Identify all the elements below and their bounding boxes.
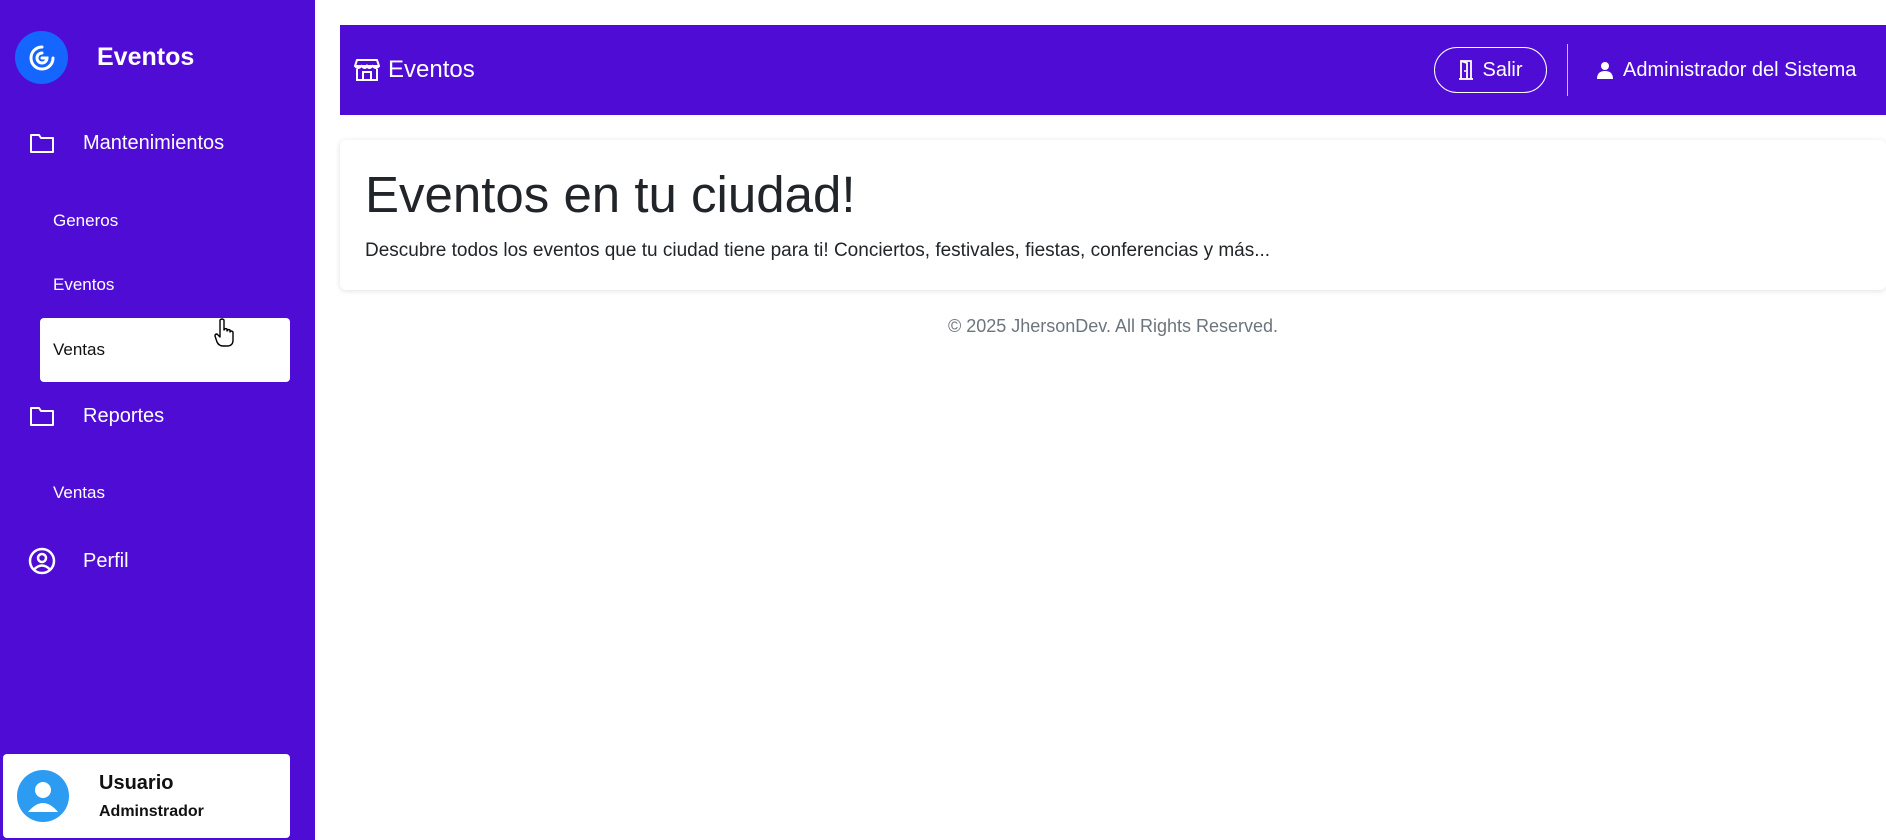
sidebar-section-label: Reportes <box>83 404 165 427</box>
store-icon <box>354 56 382 84</box>
welcome-card: Eventos en tu ciudad! Descubre todos los… <box>340 140 1886 290</box>
sidebar-section-label: Mantenimientos <box>83 131 225 154</box>
sidebar-item-label: Eventos <box>53 275 115 294</box>
topbar: Eventos Salir Administrador del Sistema <box>340 25 1886 115</box>
logout-button[interactable]: Salir <box>1434 47 1547 93</box>
sidebar-item-generos[interactable]: Generos <box>40 189 290 253</box>
user-icon <box>1597 61 1613 79</box>
welcome-description: Descubre todos los eventos que tu ciudad… <box>365 240 1271 261</box>
brand-logo-icon <box>15 31 68 84</box>
sidebar-item-reportes-ventas[interactable]: Ventas <box>40 461 290 525</box>
sidebar-section-label: Perfil <box>83 549 129 572</box>
page-title-text: Eventos <box>388 56 475 83</box>
folder-icon <box>28 129 56 157</box>
topbar-divider <box>1567 44 1568 96</box>
user-card[interactable]: Usuario Adminstrador <box>3 754 290 838</box>
folder-icon <box>28 402 56 430</box>
footer: © 2025 JhersonDev. All Rights Reserved. <box>340 316 1886 337</box>
user-circle-icon <box>28 547 56 575</box>
sidebar-item-label: Ventas <box>53 340 105 359</box>
user-info: Usuario Adminstrador <box>99 772 204 821</box>
current-user[interactable]: Administrador del Sistema <box>1597 25 1856 115</box>
sidebar-item-eventos[interactable]: Eventos <box>40 253 290 317</box>
brand-name: Eventos <box>97 43 195 71</box>
sidebar-section-reportes[interactable]: Reportes <box>28 401 164 431</box>
brand[interactable]: Eventos <box>15 31 194 84</box>
page-title: Eventos <box>354 25 475 115</box>
current-user-label: Administrador del Sistema <box>1623 58 1857 81</box>
sidebar-section-perfil[interactable]: Perfil <box>28 546 129 576</box>
copyright-text: © 2025 JhersonDev. All Rights Reserved. <box>947 316 1279 336</box>
user-name: Usuario <box>99 771 174 794</box>
hand-cursor-icon <box>214 318 234 353</box>
sidebar-section-mantenimientos[interactable]: Mantenimientos <box>28 128 224 158</box>
sidebar-item-label: Ventas <box>53 483 105 502</box>
sidebar-item-label: Generos <box>53 211 119 230</box>
sidebar: Eventos Mantenimientos Generos Eventos V… <box>0 0 315 840</box>
door-icon <box>1458 59 1474 81</box>
user-role: Adminstrador <box>99 802 204 820</box>
sidebar-item-ventas[interactable]: Ventas <box>40 318 290 382</box>
welcome-title: Eventos en tu ciudad! <box>365 166 856 223</box>
app-root: Eventos Mantenimientos Generos Eventos V… <box>0 0 1886 840</box>
logout-label: Salir <box>1482 58 1523 81</box>
avatar <box>17 770 69 822</box>
